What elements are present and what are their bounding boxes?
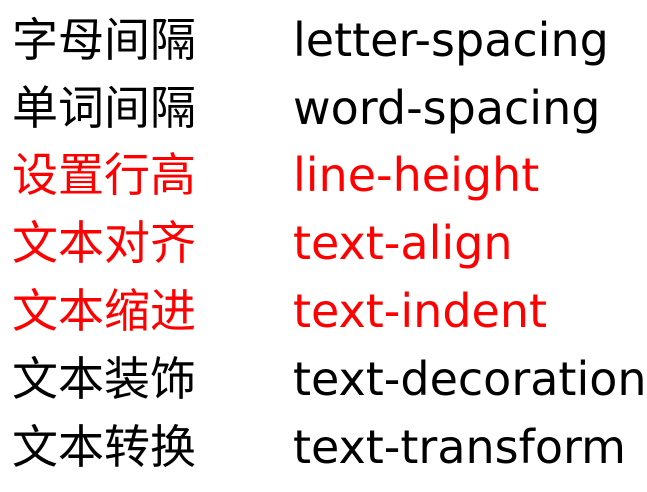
css-property-name: line-height [293, 148, 540, 202]
css-property-name: text-align [293, 216, 513, 270]
row-text-align: 文本对齐 text-align [0, 209, 647, 277]
chinese-label: 文本缩进 [12, 284, 196, 338]
row-text-indent: 文本缩进 text-indent [0, 277, 647, 345]
css-property-name: text-decoration [293, 352, 647, 406]
css-text-properties-list: 字母间隔 letter-spacing 单词间隔 word-spacing 设置… [0, 0, 647, 492]
chinese-label: 设置行高 [12, 148, 196, 202]
row-text-transform: 文本转换 text-transform [0, 413, 647, 481]
row-word-spacing: 单词间隔 word-spacing [0, 74, 647, 142]
css-property-name: letter-spacing [293, 13, 609, 67]
chinese-label: 文本对齐 [12, 216, 196, 270]
row-text-decoration: 文本装饰 text-decoration [0, 345, 647, 413]
row-line-height: 设置行高 line-height [0, 141, 647, 209]
row-letter-spacing: 字母间隔 letter-spacing [0, 6, 647, 74]
chinese-label: 文本装饰 [12, 352, 196, 406]
chinese-label: 字母间隔 [12, 13, 196, 67]
css-property-name: word-spacing [293, 81, 601, 135]
chinese-label: 文本转换 [12, 420, 196, 474]
css-property-name: text-indent [293, 284, 548, 338]
chinese-label: 单词间隔 [12, 81, 196, 135]
css-property-name: text-transform [293, 420, 626, 474]
